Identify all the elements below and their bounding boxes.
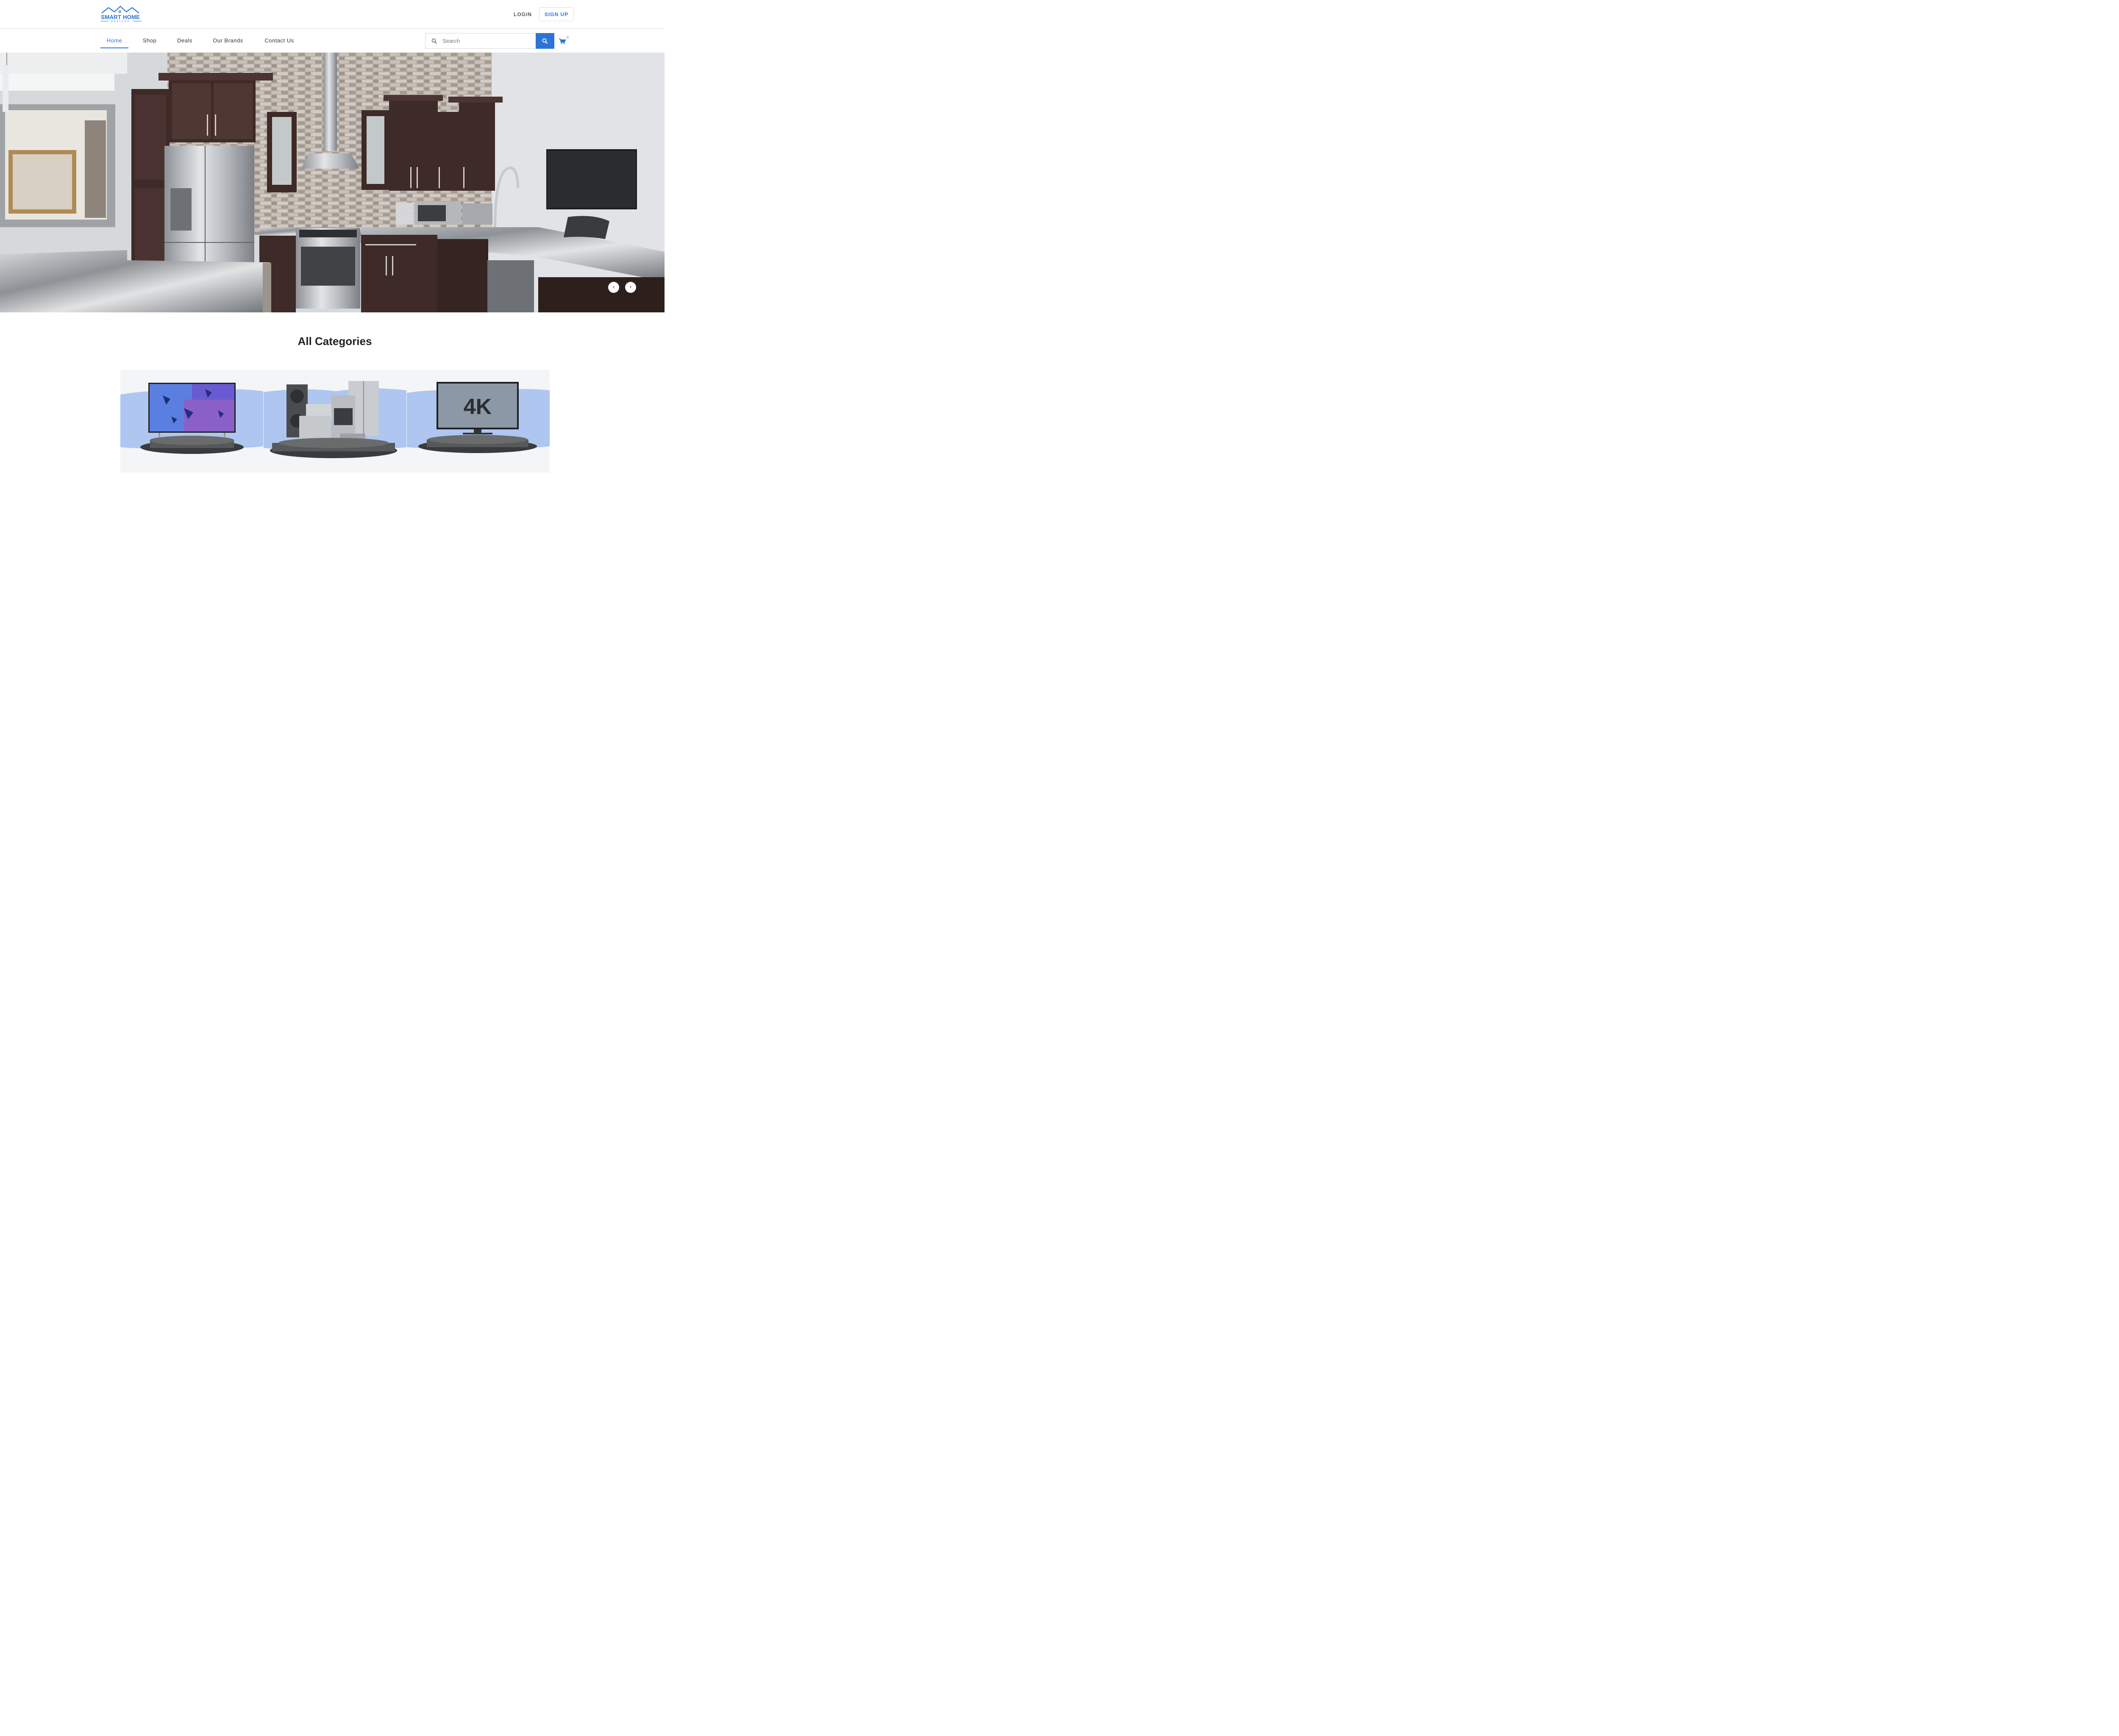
search-icon	[431, 38, 437, 44]
main-nav: Home Shop Deals Our Brands Contact Us 0	[0, 29, 665, 53]
hero-carousel[interactable]: ‹ ›	[0, 53, 665, 312]
carousel-prev-button[interactable]: ‹	[608, 282, 619, 293]
logo-text-1: SMART HOME	[101, 14, 140, 20]
search-icon	[542, 38, 548, 44]
kitchen-hero-image	[0, 53, 665, 312]
login-link[interactable]: LOGIN	[509, 8, 537, 20]
search-input[interactable]	[442, 33, 534, 48]
house-logo-icon: SMART HOME DEVICES	[101, 6, 142, 23]
top-bar: SMART HOME DEVICES LOGIN SIGN UP	[0, 0, 665, 29]
search-box	[425, 33, 536, 49]
cart-count-badge: 0	[567, 36, 569, 39]
nav-item-shop[interactable]: Shop	[139, 29, 160, 48]
search-button[interactable]	[536, 33, 554, 49]
categories-heading: All Categories	[298, 335, 372, 348]
category-card-tv[interactable]	[120, 370, 263, 473]
category-card-4k-tv[interactable]: 4K	[407, 370, 550, 473]
tv-category-image	[120, 383, 263, 454]
category-card-appliances[interactable]	[264, 370, 406, 473]
nav-item-our-brands[interactable]: Our Brands	[210, 29, 246, 48]
nav-item-home[interactable]: Home	[100, 29, 128, 48]
nav-item-deals[interactable]: Deals	[174, 29, 196, 48]
appliances-category-image	[264, 381, 406, 458]
nav-item-contact-us[interactable]: Contact Us	[261, 29, 298, 48]
logo-text-2: DEVICES	[111, 20, 130, 23]
4k-tv-category-image: 4K	[407, 382, 550, 453]
4k-label: 4K	[464, 395, 492, 419]
signup-button[interactable]: SIGN UP	[539, 7, 574, 21]
cart-icon	[559, 39, 566, 45]
categories-strip: 4K	[120, 370, 550, 473]
site-logo[interactable]: SMART HOME DEVICES	[100, 5, 142, 24]
carousel-next-button[interactable]: ›	[625, 282, 636, 293]
cart-button[interactable]: 0	[559, 36, 570, 47]
